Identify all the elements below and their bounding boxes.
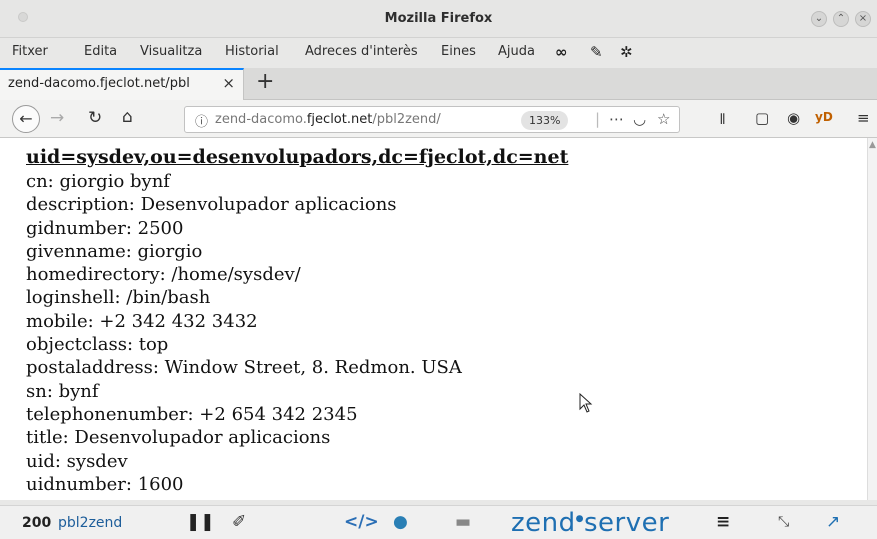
window-title: Mozilla Firefox [384,11,493,26]
attribute-line: sn: bynf [26,380,99,402]
attribute-line: gidnumber: 2500 [26,217,184,239]
attribute-line: givenname: giorgio [26,240,203,262]
minimize-icon[interactable]: ⌄ [811,11,827,27]
attribute-line: description: Desenvolupador aplicacions [26,194,397,216]
attribute-line: telephonenumber: +2 654 342 2345 [26,403,358,425]
menu-ajuda[interactable]: Ajuda [498,44,535,59]
library-icon[interactable]: 𝍪 [720,109,725,134]
scroll-up-icon[interactable]: ▲ [869,140,876,150]
attribute-line: loginshell: /bin/bash [26,287,211,309]
vertical-scrollbar[interactable]: ▲ [867,138,877,500]
address-bar[interactable]: ⓘ zend-dacomo.fjeclot.net/pbl2zend/ 133%… [184,106,680,133]
bug-settings-icon[interactable]: ✲ [620,43,633,61]
account-icon[interactable]: ◉ [787,109,800,127]
comment-icon[interactable]: ▬ [455,512,471,532]
entry-dn-link[interactable]: uid=sysdev,ou=desenvolupadors,dc=fjeclot… [26,146,568,168]
new-tab-button[interactable]: + [256,69,274,94]
separator: | [595,110,601,128]
menu-fitxer[interactable]: Fitxer [12,44,48,59]
close-window-icon[interactable]: × [855,11,871,27]
attribute-list: cn: giorgio bynf description: Desenvolup… [26,170,462,496]
tab-close-icon[interactable]: × [222,74,235,92]
menu-eines[interactable]: Eines [441,44,476,59]
infinity-icon[interactable]: ∞ [555,43,568,61]
attribute-line: cn: giorgio bynf [26,171,170,192]
navigation-toolbar: ← → ↻ ⌂ ⓘ zend-dacomo.fjeclot.net/pbl2ze… [0,100,877,138]
attribute-line: mobile: +2 342 432 3432 [26,310,258,332]
http-status-code[interactable]: 200 [22,515,51,531]
url-text[interactable]: zend-dacomo.fjeclot.net/pbl2zend/ [215,112,441,127]
attribute-line: postaladdress: Window Street, 8. Redmon.… [26,357,462,379]
code-tag-icon[interactable]: </> [344,512,379,532]
attribute-line: uid: sysdev [26,450,128,472]
reload-button[interactable]: ↻ [88,108,102,128]
tab-active[interactable]: zend-dacomo.fjeclot.net/pbl × [0,68,244,100]
maximize-icon[interactable]: ⌃ [833,11,849,27]
bookmark-star-icon[interactable]: ☆ [657,110,670,128]
menu-edita[interactable]: Edita [84,44,117,59]
collapse-icon[interactable]: ⤡ [778,514,789,530]
info-icon[interactable]: ⓘ [195,111,208,130]
attribute-line: homedirectory: /home/sysdev/ [26,264,301,286]
menubar: Fitxer Edita Visualitza Historial Adrece… [0,38,877,68]
pause-icon[interactable]: ❚❚ [186,512,215,532]
eraser-icon[interactable]: ✐ [232,512,246,532]
attribute-line: uidnumber: 1600 [26,473,184,495]
home-button[interactable]: ⌂ [122,107,133,127]
window-titlebar: Mozilla Firefox ⌄ ⌃ × [0,0,877,38]
menu-visualitza[interactable]: Visualitza [140,44,202,59]
menu-lines-icon[interactable]: ≡ [716,512,730,532]
mouse-pointer-icon [579,393,593,413]
sidebar-icon[interactable]: ▢ [755,109,769,127]
external-link-icon[interactable]: ↗ [826,512,840,532]
left-gutter [0,138,11,500]
page-actions-icon[interactable]: ⋯ [609,110,624,128]
back-button[interactable]: ← [12,105,40,133]
pocket-icon[interactable]: ◡ [633,110,646,128]
attribute-line: objectclass: top [26,334,169,356]
yd-extension-icon[interactable]: yD [815,110,833,124]
route-name[interactable]: pbl2zend [58,515,122,531]
bug-icon[interactable]: ● [393,512,408,532]
forward-button[interactable]: → [50,108,64,128]
wrench-icon[interactable]: ✎ [590,43,603,61]
zoom-indicator[interactable]: 133% [521,111,569,130]
attribute-line: title: Desenvolupador aplicacions [26,427,331,449]
tab-title: zend-dacomo.fjeclot.net/pbl [8,76,190,91]
menu-historial[interactable]: Historial [225,44,279,59]
zend-server-toolbar: 200 pbl2zend ❚❚ ✐ </> ● ▬ zend●server ≡ … [0,505,877,539]
hamburger-menu-icon[interactable]: ≡ [857,109,870,127]
zend-server-logo: zend●server [511,508,670,538]
tab-strip: zend-dacomo.fjeclot.net/pbl × + [0,68,877,100]
menu-adreces[interactable]: Adreces d'interès [305,44,418,59]
page-content: uid=sysdev,ou=desenvolupadors,dc=fjeclot… [11,138,867,500]
